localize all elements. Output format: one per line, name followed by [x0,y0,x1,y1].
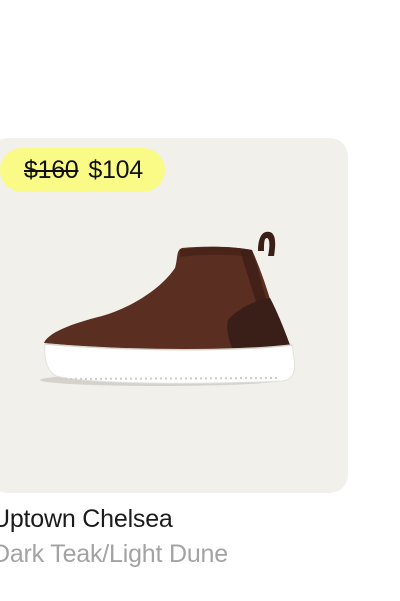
shoe-pull-tab [258,231,276,256]
product-card[interactable]: $160 $104 [0,138,348,493]
product-name[interactable]: Uptown Chelsea [0,505,173,534]
product-variant: Dark Teak/Light Dune [0,540,228,568]
shoe-image[interactable] [0,138,348,493]
